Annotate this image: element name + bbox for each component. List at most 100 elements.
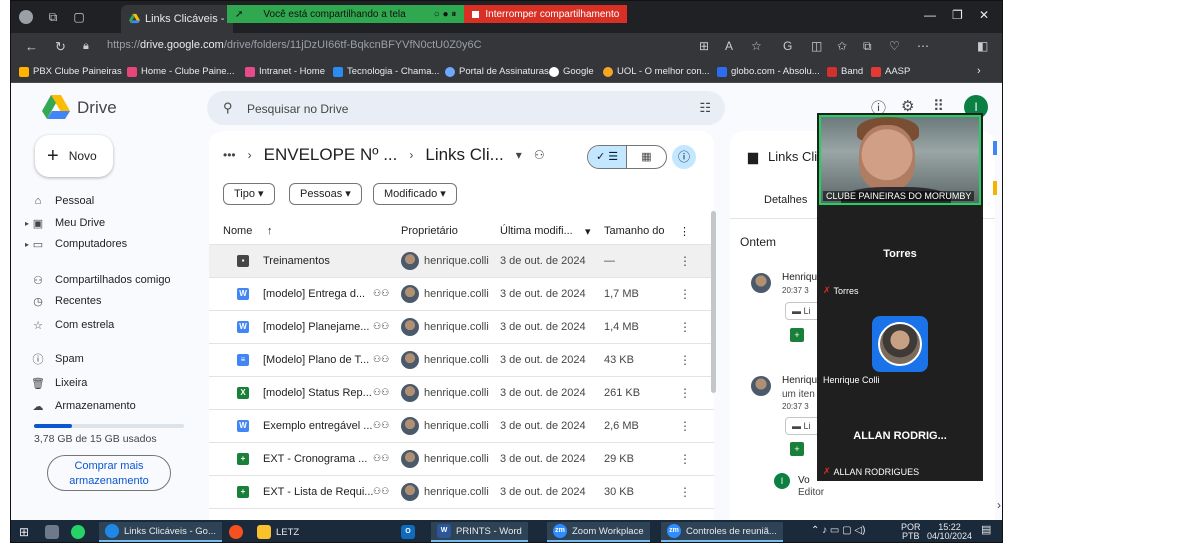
- file-list-scrollbar[interactable]: [711, 211, 716, 393]
- expand-caret-icon[interactable]: ▸: [25, 240, 29, 249]
- table-row[interactable]: + EXT - Lista de Requi... ⚇⚇ henrique.colli…: [209, 476, 714, 509]
- breadcrumb-more[interactable]: •••: [223, 148, 236, 162]
- search-input[interactable]: ⚲ Pesquisar no Drive ☷: [207, 91, 725, 125]
- file-name[interactable]: Exemplo entregável ...: [263, 420, 372, 432]
- split-screen-icon[interactable]: ◫: [811, 39, 822, 53]
- bookmark-pbx[interactable]: PBX Clube Paineiras: [19, 66, 122, 77]
- read-aloud-icon[interactable]: A: [725, 39, 733, 53]
- sidebar-item-spam[interactable]: ⓘ Spam: [31, 349, 84, 369]
- bookmark-uol[interactable]: UOL - O melhor con...: [603, 66, 710, 77]
- whatsapp-icon[interactable]: [71, 524, 85, 540]
- favorite-star-icon[interactable]: ☆: [751, 39, 762, 53]
- file-name[interactable]: EXT - Lista de Requi...: [263, 486, 373, 498]
- column-owner[interactable]: Proprietário: [401, 225, 458, 237]
- extension-icon[interactable]: G: [783, 39, 792, 53]
- sidebar-item-compartilhados[interactable]: ⚇ Compartilhados comigo: [31, 270, 171, 290]
- url-field[interactable]: https://drive.google.com/drive/folders/1…: [107, 39, 482, 51]
- sort-arrow-icon[interactable]: ↑: [267, 225, 273, 237]
- table-row[interactable]: + EXT - Cronograma ... ⚇⚇ henrique.colli 3 d…: [209, 443, 714, 476]
- file-name[interactable]: [modelo] Status Rep...: [263, 387, 372, 399]
- stop-share-button[interactable]: Interromper compartilhamento: [464, 5, 628, 23]
- row-more-icon[interactable]: ⋮: [679, 320, 691, 334]
- row-more-icon[interactable]: ⋮: [679, 353, 691, 367]
- participant-avatar[interactable]: [872, 316, 928, 372]
- row-more-icon[interactable]: ⋮: [679, 419, 691, 433]
- breadcrumb-folder-envelope[interactable]: ENVELOPE Nº ...: [264, 145, 398, 165]
- file-name[interactable]: [modelo] Entrega d...: [263, 288, 365, 300]
- row-more-icon[interactable]: ⋮: [679, 287, 691, 301]
- chrome-icon[interactable]: [229, 524, 243, 540]
- back-icon[interactable]: ←: [25, 39, 38, 54]
- file-name[interactable]: EXT - Cronograma ...: [263, 453, 367, 465]
- breadcrumb-folder-links[interactable]: Links Cli...: [425, 145, 503, 165]
- bookmark-home-clube[interactable]: Home - Clube Paine...: [127, 66, 234, 77]
- row-more-icon[interactable]: ⋮: [679, 452, 691, 466]
- sidebar-item-meu-drive[interactable]: ▸ ▣ Meu Drive: [25, 213, 105, 233]
- table-row[interactable]: ▪ Treinamentos henrique.colli 3 de out. de …: [209, 245, 714, 278]
- active-speaker-video[interactable]: CLUBE PAINEIRAS DO MORUMBY: [819, 115, 981, 205]
- outlook-icon[interactable]: O: [401, 524, 415, 540]
- heart-icon[interactable]: ♡: [889, 39, 900, 53]
- row-more-icon[interactable]: ⋮: [679, 485, 691, 499]
- table-row[interactable]: X [modelo] Status Rep... ⚇⚇ henrique.colli 3…: [209, 377, 714, 410]
- list-view-button[interactable]: ✓ ☰: [588, 146, 628, 168]
- sidebar-item-recentes[interactable]: ◷ Recentes: [31, 291, 101, 311]
- reload-icon[interactable]: ↻: [55, 39, 66, 55]
- expand-panel-icon[interactable]: ›: [997, 498, 1001, 512]
- row-more-icon[interactable]: ⋮: [679, 254, 691, 268]
- new-button[interactable]: + Novo: [35, 135, 113, 177]
- more-menu-icon[interactable]: ⋯: [917, 39, 929, 53]
- bookmark-google[interactable]: Google: [549, 66, 594, 77]
- sidebar-item-com-estrela[interactable]: ☆ Com estrela: [31, 315, 114, 335]
- bookmark-aasp[interactable]: AASP: [871, 66, 910, 77]
- taskbar-zoom-controls[interactable]: zm Controles de reuniã...: [661, 522, 783, 542]
- filter-tipo[interactable]: Tipo ▾: [223, 183, 275, 205]
- buy-storage-button[interactable]: Comprar mais armazenamento: [47, 455, 171, 491]
- column-options-icon[interactable]: ⋮: [679, 225, 690, 238]
- row-more-icon[interactable]: ⋮: [679, 386, 691, 400]
- close-button[interactable]: ✕: [979, 8, 989, 22]
- restore-button[interactable]: ❐: [952, 8, 963, 22]
- column-name[interactable]: Nome: [223, 225, 252, 237]
- bookmarks-more-icon[interactable]: ›: [977, 65, 981, 77]
- favorites-icon[interactable]: ✩: [837, 39, 847, 53]
- notifications-icon[interactable]: ▤: [981, 525, 991, 536]
- taskbar-word[interactable]: W PRINTS - Word: [431, 522, 528, 542]
- filter-pessoas[interactable]: Pessoas ▾: [289, 183, 362, 205]
- start-button[interactable]: ⊞: [19, 524, 29, 540]
- tray-icons[interactable]: ⌃ ♪ ▭ ▢ ◁): [811, 526, 865, 536]
- search-options-icon[interactable]: ☷: [699, 100, 711, 116]
- filter-modificado[interactable]: Modificado ▾: [373, 183, 457, 205]
- chevron-down-icon[interactable]: ▾: [516, 148, 522, 162]
- taskbar-app-icon[interactable]: [45, 524, 59, 540]
- sidebar-item-armazenamento[interactable]: ☁ Armazenamento: [31, 396, 136, 416]
- sidebar-toggle-icon[interactable]: ◧: [977, 39, 988, 53]
- sidebar-item-lixeira[interactable]: 🗑︎ Lixeira: [31, 373, 87, 393]
- clock[interactable]: 15:22 04/10/2024: [927, 523, 972, 541]
- minimize-button[interactable]: —: [924, 8, 936, 22]
- bookmark-intranet[interactable]: Intranet - Home: [245, 66, 325, 77]
- grid-view-button[interactable]: ▦: [627, 146, 666, 168]
- lock-icon[interactable]: 🔒︎: [83, 40, 89, 53]
- file-name[interactable]: [Modelo] Plano de T...: [263, 354, 369, 366]
- bookmark-band[interactable]: Band: [827, 66, 863, 77]
- taskbar-letz[interactable]: LETZ: [257, 524, 299, 540]
- taskbar-edge-window[interactable]: Links Clicáveis - Go...: [99, 522, 222, 542]
- taskbar-zoom-workplace[interactable]: zm Zoom Workplace: [547, 522, 650, 542]
- table-row[interactable]: ≡ [Modelo] Plano de T... ⚇⚇ henrique.colli 3…: [209, 344, 714, 377]
- table-row[interactable]: W Exemplo entregável ... ⚇⚇ henrique.colli 3…: [209, 410, 714, 443]
- collections-icon[interactable]: ⧉: [863, 39, 872, 54]
- tab-actions-icon[interactable]: ▢: [71, 9, 87, 25]
- file-name[interactable]: [modelo] Planejame...: [263, 321, 369, 333]
- expand-caret-icon[interactable]: ▸: [25, 219, 29, 228]
- app-available-icon[interactable]: ⊞: [699, 39, 709, 53]
- column-size[interactable]: Tamanho do: [604, 225, 665, 237]
- sidebar-item-pessoal[interactable]: ⌂ Pessoal: [31, 191, 94, 211]
- workspaces-icon[interactable]: ⧉: [45, 9, 61, 25]
- share-status-icons[interactable]: ○ ● ⏸: [434, 9, 457, 20]
- bookmark-globo[interactable]: globo.com - Absolu...: [717, 66, 820, 77]
- bookmark-portal-assinaturas[interactable]: Portal de Assinaturas: [445, 66, 549, 77]
- column-modified[interactable]: Última modifi...: [500, 225, 573, 237]
- language-indicator[interactable]: POR PTB: [901, 523, 921, 541]
- details-info-button[interactable]: ⓘ: [672, 145, 696, 169]
